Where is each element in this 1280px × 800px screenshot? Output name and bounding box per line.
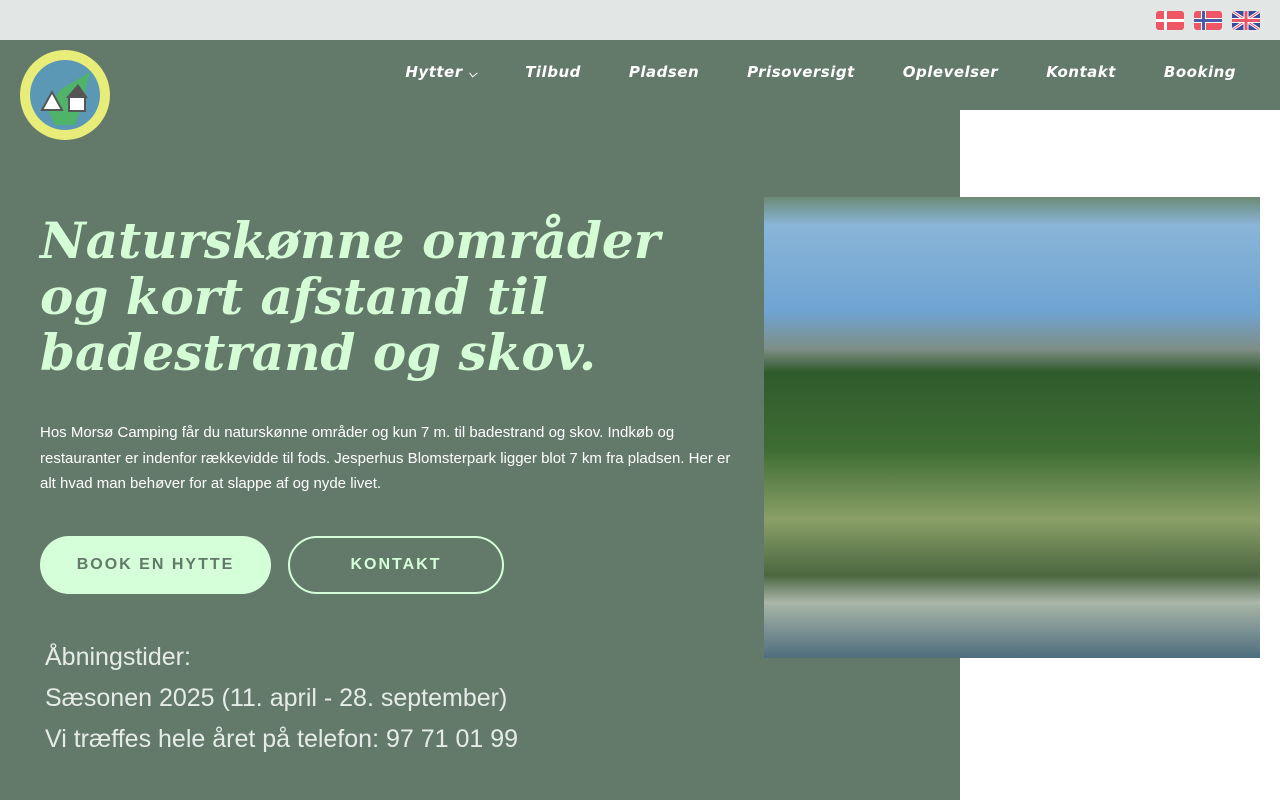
contact-button[interactable]: KONTAKT — [288, 536, 504, 594]
nav-oplevelser[interactable]: Oplevelser — [903, 63, 998, 81]
phone-info: Vi træffes hele året på telefon: 97 71 0… — [45, 725, 519, 753]
flag-no-icon[interactable] — [1194, 11, 1222, 30]
opening-hours: Åbningstider: Sæsonen 2025 (11. april - … — [45, 637, 518, 760]
chevron-down-icon: ⌵ — [468, 67, 478, 80]
hours-label: Åbningstider: — [45, 643, 191, 671]
language-bar — [0, 0, 1280, 40]
flag-dk-icon[interactable] — [1156, 11, 1184, 30]
nav-pladsen[interactable]: Pladsen — [629, 63, 699, 81]
nav-kontakt[interactable]: Kontakt — [1046, 63, 1116, 81]
book-cabin-button[interactable]: BOOK EN HYTTE — [40, 536, 271, 594]
flag-uk-icon[interactable] — [1232, 11, 1260, 30]
season-dates: Sæsonen 2025 (11. april - 28. september) — [45, 684, 508, 712]
hero-title: Naturskønne områder og kort afstand til … — [40, 211, 661, 382]
main-nav: Hytter ⌵ Tilbud Pladsen Prisoversigt Opl… — [357, 63, 1236, 81]
hero-intro: Hos Morsø Camping får du naturskønne omr… — [40, 424, 731, 492]
nav-booking[interactable]: Booking — [1164, 63, 1236, 81]
nav-tilbud[interactable]: Tilbud — [525, 63, 581, 81]
nav-prisoversigt[interactable]: Prisoversigt — [747, 63, 855, 81]
nav-hytter[interactable]: Hytter ⌵ — [405, 63, 477, 81]
aerial-photo — [764, 197, 1260, 658]
site-logo[interactable] — [20, 50, 110, 140]
